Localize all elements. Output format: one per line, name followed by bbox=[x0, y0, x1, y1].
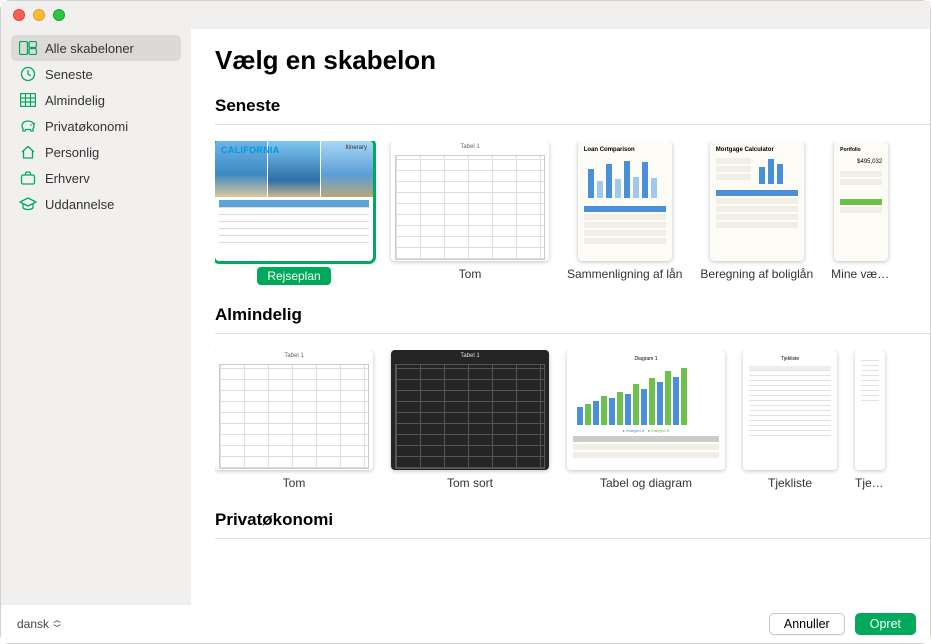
sidebar-item-education[interactable]: Uddannelse bbox=[11, 191, 181, 217]
template-loan-comparison[interactable]: Loan Comparison Sammenligning af lån bbox=[567, 141, 682, 285]
template-tom-basic[interactable]: Tabel 1 Tom bbox=[215, 350, 373, 490]
template-thumbnail: Tabel 1 bbox=[215, 350, 373, 470]
sidebar-item-label: Uddannelse bbox=[45, 197, 114, 212]
content-area: Vælg en skabelon Seneste CALIFORNIA Itin… bbox=[191, 29, 930, 607]
house-icon bbox=[19, 144, 37, 160]
template-label: Tom sort bbox=[447, 476, 493, 490]
cancel-button[interactable]: Annuller bbox=[769, 613, 845, 635]
briefcase-icon bbox=[19, 170, 37, 186]
template-rejseplan[interactable]: CALIFORNIA Itinerary Rejseplan bbox=[215, 141, 373, 285]
chevron-updown-icon bbox=[53, 620, 61, 629]
template-thumbnail: Tabel 1 bbox=[391, 141, 549, 261]
section-title-finance: Privatøkonomi bbox=[215, 510, 930, 530]
template-thumbnail: Tjekliste bbox=[743, 350, 837, 470]
language-select[interactable]: dansk bbox=[15, 617, 61, 632]
thumb-headline: CALIFORNIA bbox=[221, 145, 280, 155]
template-tjekliste[interactable]: Tjekliste Tjekliste bbox=[743, 350, 837, 490]
template-label: Tom bbox=[459, 267, 482, 281]
sidebar-item-business[interactable]: Erhverv bbox=[11, 165, 181, 191]
template-thumbnail: Mortgage Calculator bbox=[710, 141, 804, 261]
template-portfolio[interactable]: Portfolio $495,032 Mine værdier bbox=[831, 141, 891, 285]
create-button[interactable]: Opret bbox=[855, 613, 916, 635]
divider bbox=[215, 333, 930, 334]
template-label: Tjekliste bbox=[768, 476, 812, 490]
templates-icon bbox=[19, 40, 37, 56]
template-label: Tabel og diagram bbox=[600, 476, 692, 490]
sidebar-item-recent[interactable]: Seneste bbox=[11, 61, 181, 87]
grid-icon bbox=[19, 92, 37, 108]
sidebar-item-label: Almindelig bbox=[45, 93, 105, 108]
template-thumbnail: Tabel 1 bbox=[391, 350, 549, 470]
sidebar-item-all-templates[interactable]: Alle skabeloner bbox=[11, 35, 181, 61]
sidebar-item-label: Personlig bbox=[45, 145, 99, 160]
template-row-basic: Tabel 1 Tom Tabel 1 Tom sort Diagram 1 bbox=[215, 350, 930, 490]
page-title: Vælg en skabelon bbox=[215, 45, 930, 76]
template-label: Beregning af boliglån bbox=[700, 267, 813, 281]
thumb-doc-title: Portfolio bbox=[840, 147, 882, 153]
template-label: Rejseplan bbox=[257, 267, 330, 285]
template-row-recent: CALIFORNIA Itinerary Rejseplan Tabel 1 T… bbox=[215, 141, 930, 285]
piggy-icon bbox=[19, 118, 37, 134]
section-title-basic: Almindelig bbox=[215, 305, 930, 325]
sidebar-item-personal[interactable]: Personlig bbox=[11, 139, 181, 165]
thumb-doc-title: Loan Comparison bbox=[584, 147, 666, 153]
window-fullscreen-button[interactable] bbox=[53, 9, 65, 21]
thumb-sub: Itinerary bbox=[345, 145, 367, 151]
sidebar-item-basic[interactable]: Almindelig bbox=[11, 87, 181, 113]
template-tom[interactable]: Tabel 1 Tom bbox=[391, 141, 549, 285]
template-label: Mine værdier bbox=[831, 267, 891, 281]
template-thumbnail: Portfolio $495,032 bbox=[834, 141, 888, 261]
template-label: Sammenligning af lån bbox=[567, 267, 682, 281]
language-label: dansk bbox=[17, 617, 49, 631]
clock-icon bbox=[19, 66, 37, 82]
template-thumbnail: Diagram 1 ● Kategori A ● Kategori B bbox=[567, 350, 725, 470]
template-thumbnail: Loan Comparison bbox=[578, 141, 672, 261]
sidebar-item-label: Seneste bbox=[45, 67, 93, 82]
thumb-doc-title: Mortgage Calculator bbox=[716, 147, 798, 153]
template-thumbnail bbox=[855, 350, 885, 470]
gradcap-icon bbox=[19, 196, 37, 212]
divider bbox=[215, 538, 930, 539]
template-thumbnail: CALIFORNIA Itinerary bbox=[215, 141, 373, 261]
sidebar-item-label: Privatøkonomi bbox=[45, 119, 128, 134]
divider bbox=[215, 124, 930, 125]
template-label: Tom bbox=[283, 476, 306, 490]
template-tjekliste-2[interactable]: Tjekliste bbox=[855, 350, 885, 490]
sidebar-item-personal-finance[interactable]: Privatøkonomi bbox=[11, 113, 181, 139]
sidebar: Alle skabeloner Seneste Almindelig Priva… bbox=[1, 29, 191, 607]
template-tom-sort[interactable]: Tabel 1 Tom sort bbox=[391, 350, 549, 490]
template-tabel-diagram[interactable]: Diagram 1 ● Kategori A ● Kategori B Tabe… bbox=[567, 350, 725, 490]
template-label: Tjekliste bbox=[855, 476, 885, 490]
title-bar bbox=[1, 1, 930, 29]
sidebar-item-label: Erhverv bbox=[45, 171, 90, 186]
template-mortgage-calculator[interactable]: Mortgage Calculator Beregning af boliglå… bbox=[700, 141, 813, 285]
bottom-bar: dansk Annuller Opret bbox=[1, 605, 930, 643]
sidebar-item-label: Alle skabeloner bbox=[45, 41, 134, 56]
window-close-button[interactable] bbox=[13, 9, 25, 21]
window-minimize-button[interactable] bbox=[33, 9, 45, 21]
section-title-recent: Seneste bbox=[215, 96, 930, 116]
